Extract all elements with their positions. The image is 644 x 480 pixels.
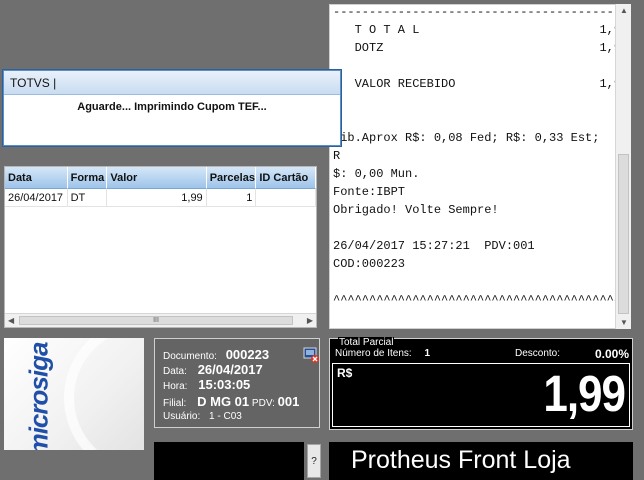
desconto-label: Desconto: — [515, 348, 561, 359]
scroll-thumb[interactable]: III — [19, 316, 293, 325]
receipt-scrollbar[interactable]: ▲ ▼ — [615, 4, 631, 329]
hora-value: 15:03:05 — [198, 377, 251, 392]
grid-header: Data Forma Valor Parcelas ID Cartão — [5, 167, 316, 189]
documento-label: Documento: — [163, 351, 217, 362]
receipt-panel: ----------------------------------------… — [329, 4, 631, 329]
scroll-down-icon[interactable]: ▼ — [620, 318, 628, 327]
cell-id-cartao — [256, 189, 316, 206]
dialog-title: TOTVS | — [4, 71, 340, 95]
status-bar — [154, 442, 304, 480]
microsiga-logo: microsiga — [4, 338, 144, 450]
payment-grid: Data Forma Valor Parcelas ID Cartão 26/0… — [4, 166, 317, 328]
documento-value: 000223 — [225, 347, 270, 362]
grid-hscrollbar[interactable]: ◀ III ▶ — [5, 313, 316, 327]
col-id-cartao[interactable]: ID Cartão — [256, 167, 316, 189]
total-label: Total Parcial — [338, 337, 395, 348]
desconto-value: 0.00% — [594, 347, 629, 361]
logo-text: microsiga — [23, 342, 54, 450]
usuario-value: 1 - C03 — [209, 411, 242, 422]
data-label: Data: — [163, 366, 187, 377]
cell-parcelas: 1 — [207, 189, 257, 206]
usuario-label: Usuário: — [163, 411, 201, 422]
receipt-text: ----------------------------------------… — [333, 5, 631, 307]
hora-label: Hora: — [163, 381, 188, 392]
col-parcelas[interactable]: Parcelas — [206, 167, 257, 189]
currency-label: R$ — [337, 366, 353, 380]
filial-label: Filial: — [163, 398, 187, 409]
itens-label: Número de Itens: — [335, 348, 412, 359]
total-parcial-panel: Total Parcial Número de Itens: 1 Descont… — [329, 337, 633, 430]
scroll-left-icon[interactable]: ◀ — [8, 316, 14, 325]
table-row[interactable]: 26/04/2017 DT 1,99 1 — [5, 189, 316, 207]
cell-valor: 1,99 — [107, 189, 207, 206]
dialog-message: Aguarde... Imprimindo Cupom TEF... — [77, 101, 267, 113]
scroll-up-icon[interactable]: ▲ — [620, 6, 628, 15]
print-dialog: TOTVS | Aguarde... Imprimindo Cupom TEF.… — [3, 70, 341, 146]
scroll-thumb[interactable] — [618, 154, 629, 314]
data-value: 26/04/2017 — [197, 362, 263, 377]
col-forma[interactable]: Forma — [67, 167, 108, 189]
cell-data: 26/04/2017 — [5, 189, 68, 206]
filial-value: D MG 01 — [197, 394, 250, 409]
col-valor[interactable]: Valor — [107, 167, 207, 189]
document-info: Documento: 000223 Data: 26/04/2017 Hora:… — [154, 338, 320, 428]
total-value-box: R$ 1,99 — [332, 363, 630, 427]
total-value: 1,99 — [543, 366, 626, 423]
scroll-right-icon[interactable]: ▶ — [307, 316, 313, 325]
pdv-label: PDV: — [251, 398, 275, 409]
col-data[interactable]: Data — [5, 167, 68, 189]
cell-forma: DT — [68, 189, 108, 206]
printer-error-icon[interactable] — [303, 347, 319, 363]
help-button[interactable]: ? — [307, 444, 321, 478]
logo-swoosh — [64, 338, 144, 450]
brand-banner: Protheus Front Loja — [329, 442, 633, 480]
itens-value: 1 — [424, 348, 431, 359]
total-summary: Número de Itens: 1 Desconto: 0.00% — [335, 347, 629, 361]
pdv-value: 001 — [277, 394, 300, 409]
